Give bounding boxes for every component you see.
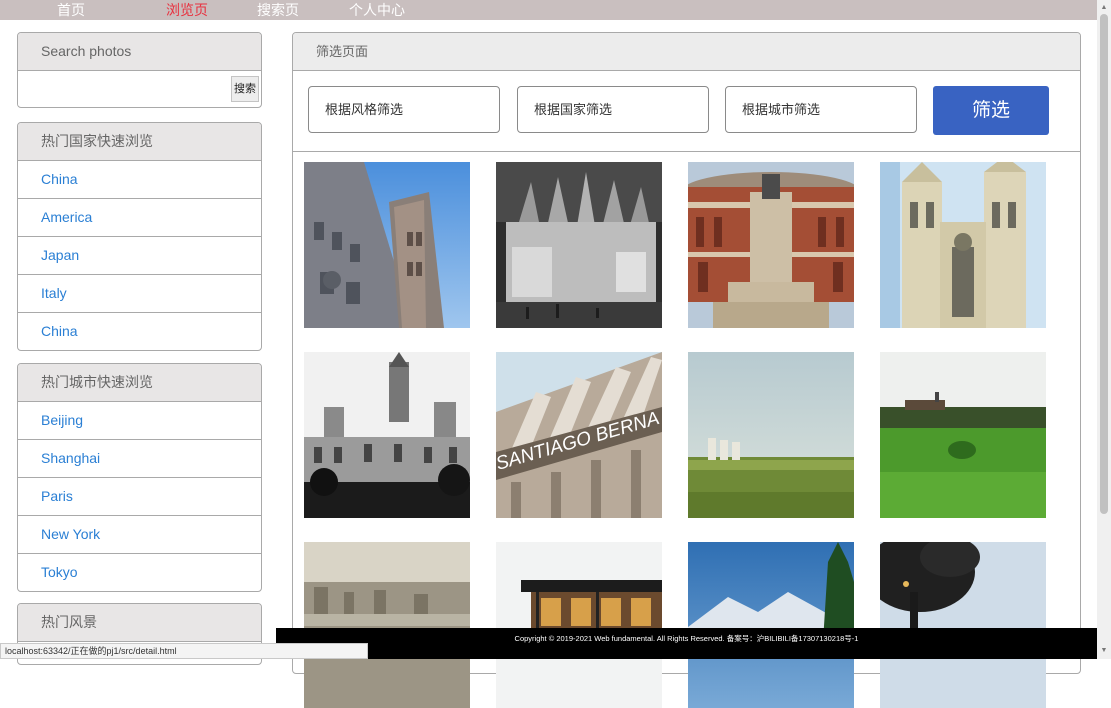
scroll-thumb[interactable] [1100,14,1108,514]
country-item[interactable]: Japan [18,237,261,275]
city-item[interactable]: Tokyo [18,554,261,591]
style-filter-select[interactable]: 根据风格筛选 [308,86,500,133]
status-bar-url: localhost:63342/正在做的pj1/src/detail.html [0,643,368,659]
nav-item-profile[interactable]: 个人中心 [324,0,430,20]
photo-florence-cathedral [304,162,470,328]
photo-modern-gallery [496,542,662,708]
photo-thumbnail[interactable] [688,162,854,328]
search-input[interactable] [18,71,235,106]
photo-thumbnail[interactable] [304,352,470,518]
photo-thumbnail[interactable] [496,542,662,708]
photo-thumbnail[interactable]: SANTIAGO BERNA [496,352,662,518]
search-row: 搜索 [18,71,261,107]
main-title: 筛选页面 [293,33,1080,71]
scroll-up-arrow-icon[interactable]: ▲ [1097,2,1111,14]
scroll-down-arrow-icon[interactable]: ▼ [1097,645,1111,657]
photo-thumbnail[interactable] [688,352,854,518]
top-nav: 首页 浏览页 搜索页 个人中心 [0,0,1097,20]
photo-thumbnail[interactable] [304,162,470,328]
search-panel-title: Search photos [18,33,261,71]
photo-snowy-mountains [688,542,854,708]
country-item[interactable]: Italy [18,275,261,313]
hot-countries-title: 热门国家快速浏览 [18,123,261,161]
nav-item-home[interactable]: 首页 [0,0,142,20]
photo-santiago-bernabeu: SANTIAGO BERNA [496,352,662,518]
site-footer: Copyright © 2019-2021 Web fundamental. A… [276,628,1097,659]
hot-cities-panel: 热门城市快速浏览 Beijing Shanghai Paris New York… [17,363,262,592]
photo-westminster-abbey [880,162,1046,328]
search-button[interactable]: 搜索 [231,76,259,102]
photo-milan-cathedral [496,162,662,328]
country-item[interactable]: America [18,199,261,237]
photo-green-field [880,352,1046,518]
photo-thumbnail[interactable] [880,162,1046,328]
nav-item-browse[interactable]: 浏览页 [142,0,232,20]
country-item[interactable]: China [18,313,261,350]
photo-thumbnail[interactable] [880,352,1046,518]
city-filter-select[interactable]: 根据城市筛选 [725,86,917,133]
photo-countryside-silos [688,352,854,518]
city-item[interactable]: Beijing [18,402,261,440]
country-item[interactable]: China [18,161,261,199]
photo-thumbnail[interactable] [688,542,854,708]
hot-countries-panel: 热门国家快速浏览 China America Japan Italy China [17,122,262,351]
page-scrollbar[interactable]: ▲ ▼ [1097,0,1111,659]
photo-grid: SANTIAGO BERNA [304,162,1074,708]
photo-city-skyline [304,542,470,708]
nav-item-search[interactable]: 搜索页 [232,0,324,20]
hot-scenery-title: 热门风景 [18,604,261,642]
city-item[interactable]: Paris [18,478,261,516]
country-filter-select[interactable]: 根据国家筛选 [517,86,709,133]
photo-tree-silhouette [880,542,1046,708]
photo-madrid-palace [304,352,470,518]
hot-cities-title: 热门城市快速浏览 [18,364,261,402]
search-panel: Search photos 搜索 [17,32,262,108]
photo-thumbnail[interactable] [496,162,662,328]
filter-button[interactable]: 筛选 [933,86,1049,135]
photo-royal-albert-hall [688,162,854,328]
photo-thumbnail[interactable] [880,542,1046,708]
city-item[interactable]: New York [18,516,261,554]
city-item[interactable]: Shanghai [18,440,261,478]
photo-thumbnail[interactable] [304,542,470,708]
filter-bar: 根据风格筛选 根据国家筛选 根据城市筛选 筛选 [293,71,1080,152]
